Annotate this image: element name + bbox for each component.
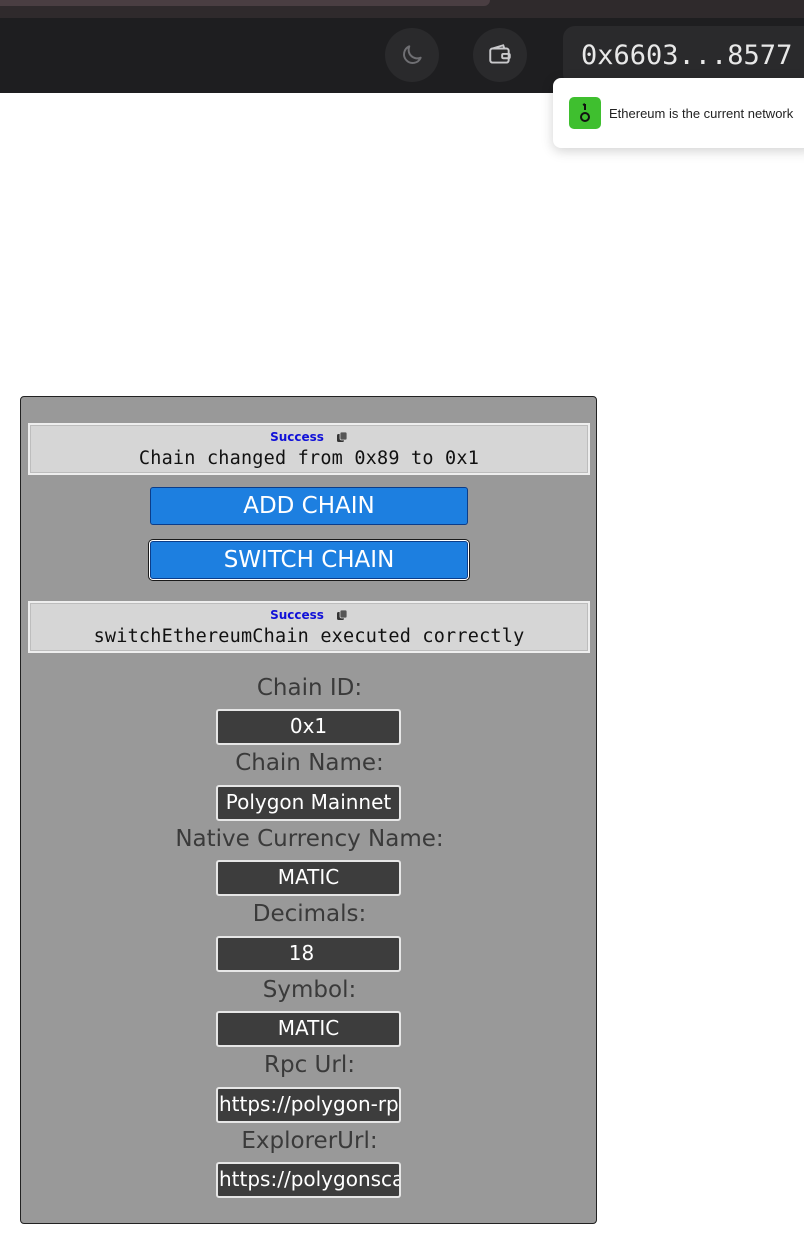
chain-name-label: Chain Name: <box>235 750 384 776</box>
tab-shape <box>0 0 490 6</box>
browser-top-strip <box>0 0 804 18</box>
network-toast: Ethereum is the current network <box>553 78 804 148</box>
status-box-chain-changed: Success Chain changed from 0x89 to 0x1 <box>28 423 590 475</box>
chain-id-field[interactable]: 0x1 <box>216 709 401 745</box>
currency-name-field[interactable]: MATIC <box>216 860 401 896</box>
currency-name-label: Native Currency Name: <box>175 826 444 852</box>
decimals-field[interactable]: 18 <box>216 936 401 972</box>
status-label: Success <box>270 608 324 622</box>
status-label: Success <box>270 430 324 444</box>
network-icon <box>569 97 601 129</box>
copy-icon[interactable] <box>336 609 348 621</box>
account-address-button[interactable]: 0x6603...8577 ▾ <box>563 26 804 86</box>
symbol-label: Symbol: <box>262 977 357 1003</box>
status-message: Chain changed from 0x89 to 0x1 <box>138 448 480 469</box>
chain-panel: Success Chain changed from 0x89 to 0x1 A… <box>20 396 597 1224</box>
status-box-switch-executed: Success switchEthereumChain executed cor… <box>28 601 590 653</box>
copy-icon[interactable] <box>336 431 348 443</box>
chain-name-field[interactable]: Polygon Mainnet <box>216 785 401 821</box>
chain-id-label: Chain ID: <box>256 675 363 701</box>
switch-chain-button[interactable]: SWITCH CHAIN <box>150 541 468 579</box>
toast-message: Ethereum is the current network <box>609 105 794 121</box>
rpc-url-label: Rpc Url: <box>264 1052 355 1078</box>
status-message: switchEthereumChain executed correctly <box>93 626 525 647</box>
theme-toggle-button[interactable] <box>385 28 439 82</box>
symbol-field[interactable]: MATIC <box>216 1011 401 1047</box>
decimals-label: Decimals: <box>252 901 367 927</box>
moon-icon <box>403 45 422 64</box>
rpc-url-field[interactable]: https://polygon-rpc.com <box>216 1087 401 1123</box>
wallet-icon <box>489 44 511 64</box>
wallet-button[interactable] <box>473 28 527 82</box>
explorer-url-field[interactable]: https://polygonscan.com <box>216 1162 401 1198</box>
add-chain-button[interactable]: ADD CHAIN <box>150 487 468 525</box>
explorer-url-label: ExplorerUrl: <box>241 1128 378 1154</box>
